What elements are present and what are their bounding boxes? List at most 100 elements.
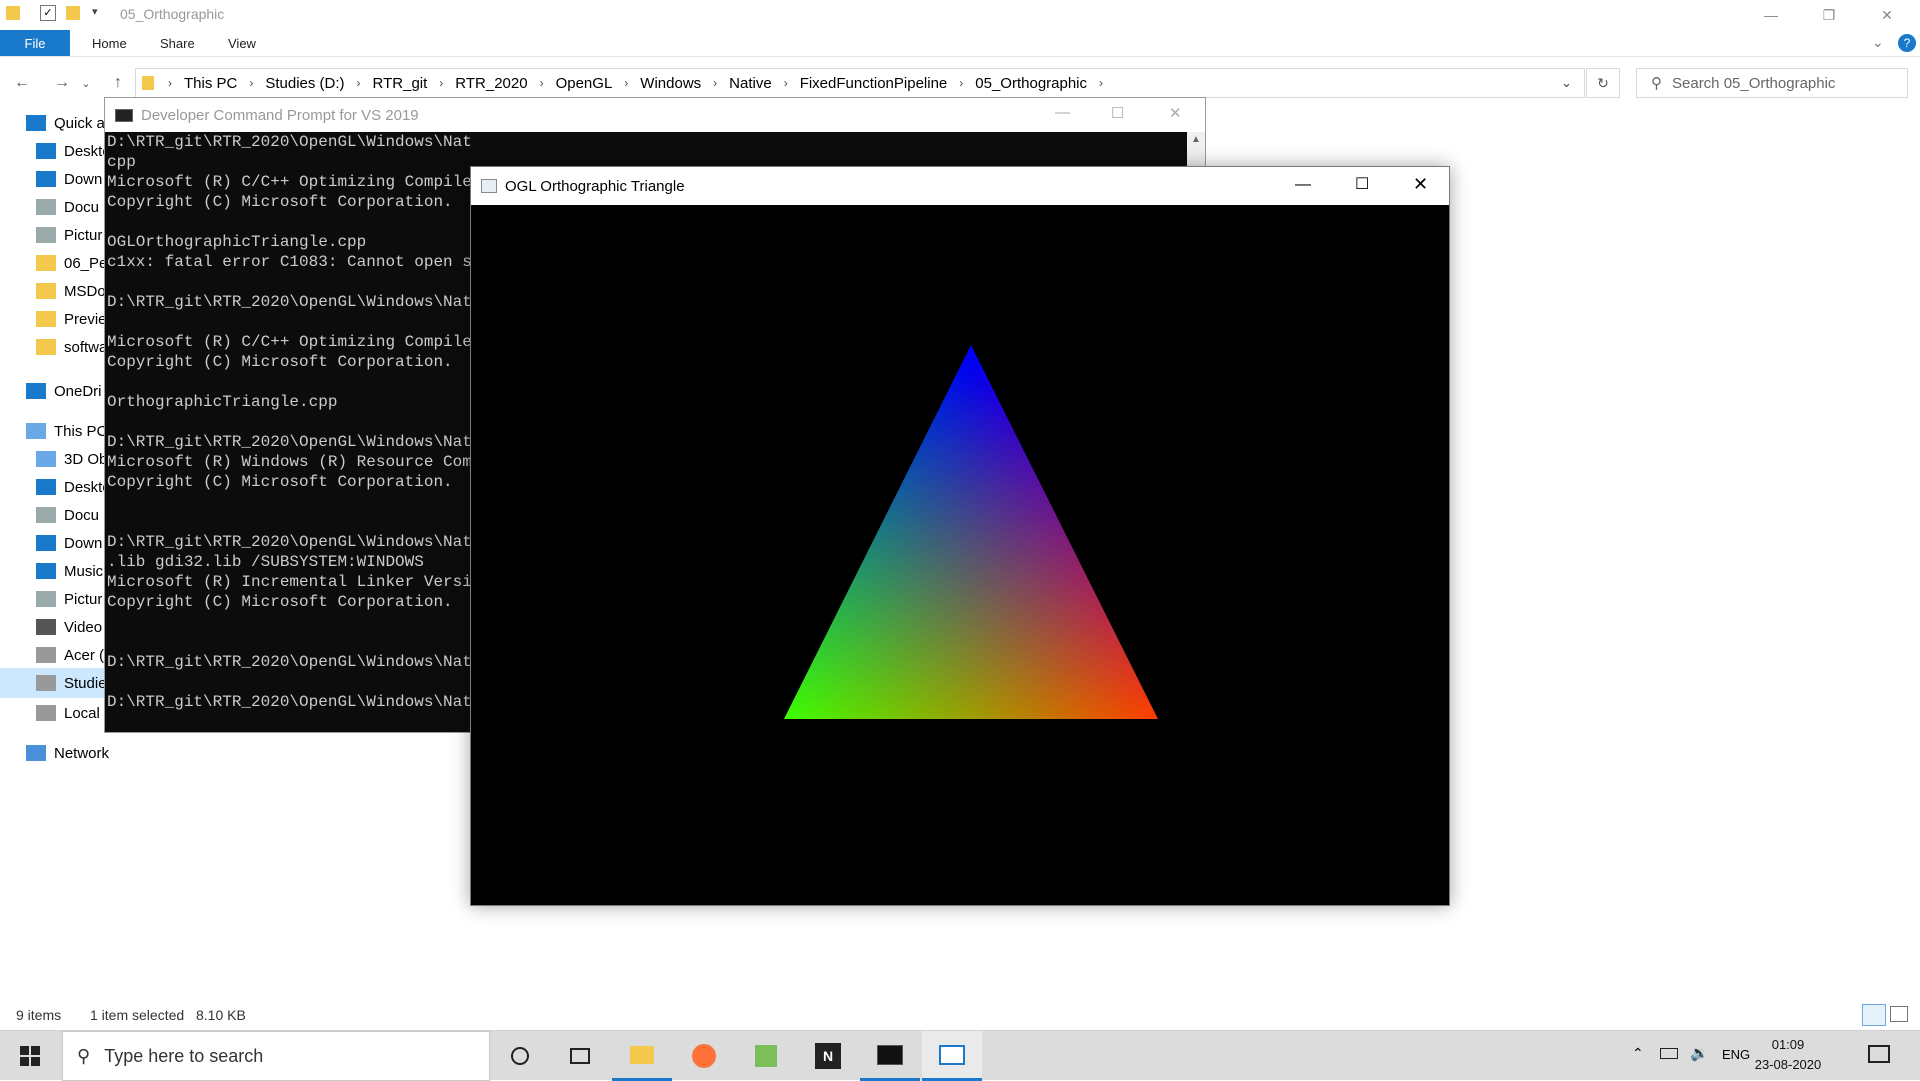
details-view-icon[interactable] — [1862, 1004, 1886, 1026]
file-explorer-taskbar-icon[interactable] — [612, 1031, 672, 1081]
nav-item-label: Down — [64, 534, 103, 552]
nav-item-label: Video — [64, 618, 103, 636]
cmd-minimize-button[interactable]: — — [1055, 104, 1070, 121]
address-bar[interactable]: › This PC › Studies (D:) › RTR_git › RTR_20… — [135, 68, 1585, 98]
gl-maximize-button[interactable]: ☐ — [1355, 174, 1369, 194]
cmd-title-bar: Developer Command Prompt for VS 2019 — ☐… — [105, 98, 1205, 132]
cmd-line — [107, 492, 473, 512]
cmd-line — [107, 632, 473, 652]
taskbar-search-placeholder: Type here to search — [104, 1045, 264, 1066]
action-center-icon[interactable] — [1868, 1045, 1890, 1063]
cmd-line: Copyright (C) Microsoft Corporation. All — [107, 593, 473, 611]
properties-icon[interactable]: ✓ — [40, 5, 56, 21]
paint-icon[interactable] — [736, 1031, 796, 1081]
breadcrumb-05-orthographic[interactable]: 05_Orthographic — [975, 75, 1087, 92]
video-icon — [36, 619, 56, 635]
gl-app-taskbar-icon[interactable] — [922, 1031, 982, 1081]
drive-icon — [36, 647, 56, 663]
breadcrumb-this-pc[interactable]: This PC — [184, 75, 237, 92]
task-view-icon[interactable] — [550, 1031, 610, 1081]
windows-start-icon[interactable] — [0, 1031, 60, 1081]
volume-icon[interactable]: 🔉 — [1690, 1044, 1709, 1062]
notion-icon[interactable]: N — [798, 1031, 858, 1081]
tab-home[interactable]: Home — [72, 30, 147, 56]
chevron-right-icon: › — [168, 76, 172, 90]
breadcrumb-windows[interactable]: Windows — [640, 75, 701, 92]
gl-title-bar: OGL Orthographic Triangle — ☐ ✕ — [471, 167, 1449, 205]
cmd-app-icon — [115, 108, 133, 122]
nav-item-label: This PC — [54, 422, 108, 440]
nav-item-label: MSDo — [64, 282, 106, 300]
star-icon — [26, 115, 46, 131]
nav-item-label: Network — [54, 744, 110, 762]
battery-icon[interactable] — [1660, 1048, 1678, 1059]
chevron-right-icon: › — [439, 76, 444, 90]
back-arrow-icon[interactable]: ← — [8, 70, 36, 96]
nav-item-label: Pictur — [64, 590, 103, 608]
qat-dropdown-icon[interactable]: ▾ — [92, 5, 98, 18]
taskbar-clock[interactable]: 01:09 23-08-2020 — [1748, 1035, 1828, 1075]
cmd-line — [107, 272, 473, 292]
refresh-icon[interactable]: ↻ — [1586, 68, 1620, 98]
folder-icon — [36, 283, 56, 299]
explorer-restore-button[interactable]: ❐ — [1806, 0, 1852, 30]
download-icon — [36, 171, 56, 187]
nav-item[interactable]: Network — [0, 738, 196, 768]
drive-icon — [36, 705, 56, 721]
cmd-close-button[interactable]: ✕ — [1169, 104, 1182, 122]
cmd-line: Microsoft (R) C/C++ Optimizing Compiler … — [107, 333, 473, 351]
cmd-line: D:\RTR_git\RTR_2020\OpenGL\Windows\Nativ… — [107, 433, 473, 451]
tray-overflow-icon[interactable]: ⌃ — [1632, 1045, 1644, 1062]
taskbar: ⚲ Type here to search N ⌃ 🔉 ENG 01:09 23… — [0, 1030, 1920, 1081]
cmd-line — [107, 672, 473, 692]
cmd-line: Copyright (C) Microsoft Corporation. All — [107, 353, 473, 371]
cortana-icon[interactable] — [490, 1031, 550, 1081]
cmd-line — [107, 212, 473, 232]
tab-share[interactable]: Share — [140, 30, 215, 56]
nav-item-label: Docu — [64, 198, 100, 216]
cmd-line: D:\RTR_git\RTR_2020\OpenGL\Windows\Nativ… — [107, 693, 473, 711]
cmd-line: Copyright (C) Microsoft Corporation. All — [107, 193, 473, 211]
large-icons-view-icon[interactable] — [1890, 1006, 1908, 1022]
cmd-output[interactable]: D:\RTR_git\RTR_2020\OpenGL\Windows\Nativ… — [105, 132, 473, 732]
explorer-close-button[interactable]: ✕ — [1864, 0, 1910, 30]
search-icon: ⚲ — [77, 1045, 91, 1066]
breadcrumb-studies[interactable]: Studies (D:) — [265, 75, 344, 92]
drive-icon — [36, 675, 56, 691]
address-dropdown-icon[interactable]: ⌄ — [1561, 75, 1572, 91]
tab-view[interactable]: View — [208, 30, 276, 56]
cmd-line: Microsoft (R) Incremental Linker Version — [107, 573, 473, 591]
cmd-maximize-button[interactable]: ☐ — [1111, 104, 1124, 122]
breadcrumb-opengl[interactable]: OpenGL — [556, 75, 613, 92]
nav-item-label: Pictur — [64, 226, 103, 244]
new-folder-icon[interactable] — [66, 6, 80, 20]
breadcrumb-native[interactable]: Native — [729, 75, 772, 92]
help-icon[interactable]: ? — [1898, 34, 1916, 52]
selection-size: 8.10 KB — [196, 1007, 246, 1023]
recent-locations-icon[interactable]: ⌄ — [78, 70, 94, 96]
gl-viewport[interactable] — [471, 205, 1449, 905]
computer-icon — [26, 423, 46, 439]
firefox-icon[interactable] — [674, 1031, 734, 1081]
selection-count: 1 item selected — [90, 1007, 185, 1023]
nav-item-label: Acer ( — [64, 646, 105, 664]
breadcrumb-rtr-2020[interactable]: RTR_2020 — [455, 75, 527, 92]
scroll-up-icon[interactable]: ▲ — [1191, 134, 1201, 145]
gl-close-button[interactable]: ✕ — [1413, 174, 1428, 195]
chevron-right-icon: › — [1099, 76, 1104, 90]
language-indicator[interactable]: ENG — [1722, 1047, 1750, 1062]
terminal-taskbar-icon[interactable] — [860, 1031, 920, 1081]
explorer-minimize-button[interactable]: — — [1748, 0, 1794, 30]
triangle-render — [784, 345, 1158, 719]
gl-minimize-button[interactable]: — — [1295, 176, 1311, 194]
taskbar-search-input[interactable]: ⚲ Type here to search — [62, 1031, 490, 1081]
search-input[interactable]: ⚲ Search 05_Orthographic — [1636, 68, 1908, 98]
breadcrumb-fixedfunctionpipeline[interactable]: FixedFunctionPipeline — [800, 75, 948, 92]
nav-item-label: Docu — [64, 506, 100, 524]
forward-arrow-icon[interactable]: → — [48, 70, 76, 96]
tab-file[interactable]: File — [0, 30, 70, 56]
breadcrumb-rtr-git[interactable]: RTR_git — [373, 75, 428, 92]
up-arrow-icon[interactable]: ↑ — [104, 70, 132, 96]
cmd-line: Microsoft (R) Windows (R) Resource Compi… — [107, 453, 473, 471]
ribbon-expand-icon[interactable]: ⌄ — [1872, 34, 1884, 51]
